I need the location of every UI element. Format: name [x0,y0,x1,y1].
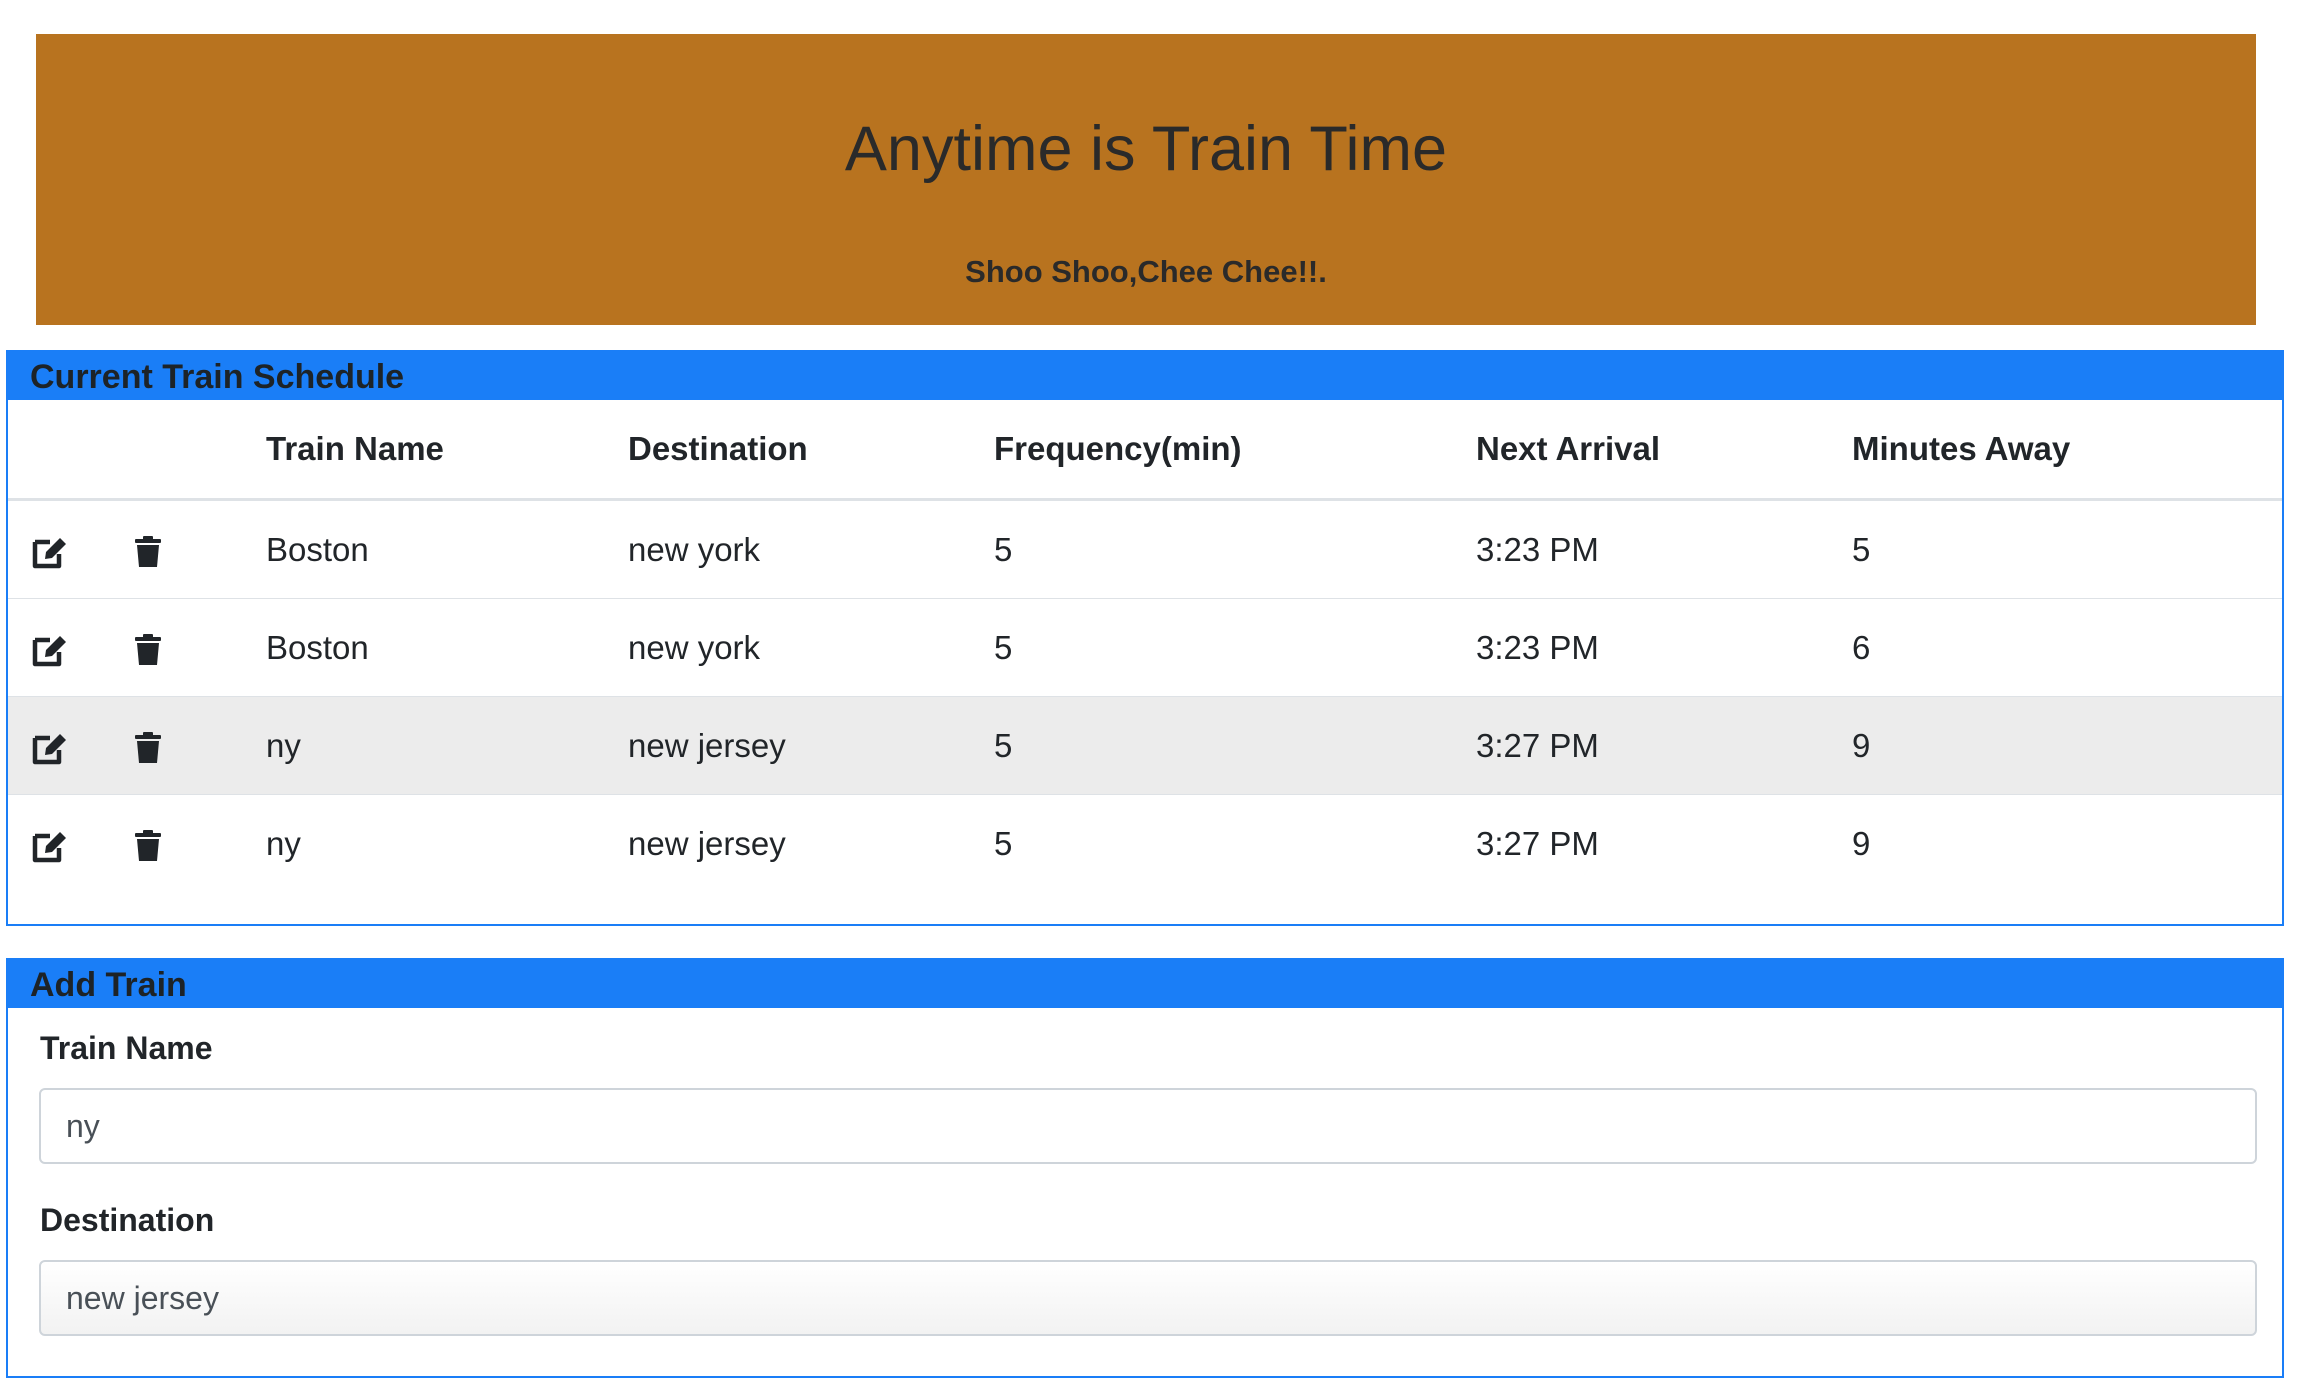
cell-minutes-away: 9 [1852,824,1871,862]
edit-icon[interactable] [32,731,68,765]
schedule-panel-heading: Current Train Schedule [8,352,2282,400]
column-header-train-name: Train Name [266,400,628,501]
cell-frequency: 5 [994,696,1476,795]
destination-label: Destination [40,1202,215,1238]
schedule-panel: Current Train Schedule Train Name Destin… [6,350,2284,926]
column-header-edit [8,400,135,501]
cell-train-name: Boston [266,598,628,697]
column-header-next-arrival: Next Arrival [1476,400,1852,501]
edit-icon[interactable] [32,829,68,863]
trash-icon[interactable] [135,633,161,666]
cell-next-arrival: 3:23 PM [1476,598,1852,697]
cell-frequency: 5 [994,499,1476,599]
cell-frequency: 5 [994,824,1013,862]
trash-icon[interactable] [135,731,161,764]
trash-icon[interactable] [135,535,161,568]
train-name-input[interactable] [39,1088,2257,1164]
cell-destination: new york [628,598,994,697]
cell-destination: new jersey [628,824,786,862]
schedule-table: Train Name Destination Frequency(min) Ne… [8,400,2282,892]
cell-minutes-away: 9 [1852,696,2282,795]
table-row: ny new jersey 5 3:27 PM 9 [8,696,2282,795]
edit-icon[interactable] [32,535,68,569]
table-row: Boston new york 5 3:23 PM 5 [8,499,2282,599]
cell-minutes-away: 5 [1852,499,2282,599]
cell-next-arrival: 3:27 PM [1476,824,1599,862]
cell-train-name: ny [266,696,628,795]
cell-destination: new jersey [628,696,994,795]
destination-input[interactable] [39,1260,2257,1336]
cell-next-arrival: 3:27 PM [1476,696,1852,795]
column-header-frequency: Frequency(min) [994,400,1476,501]
cell-train-name: Boston [266,499,628,599]
table-row: Boston new york 5 3:23 PM 6 [8,598,2282,697]
page-subtitle: Shoo Shoo,Chee Chee!!. [965,254,1327,289]
column-header-destination: Destination [628,400,994,501]
train-name-label: Train Name [40,1030,213,1066]
edit-icon[interactable] [32,633,68,667]
cell-train-name: ny [266,824,301,862]
cell-frequency: 5 [994,598,1476,697]
page-header: Anytime is Train Time Shoo Shoo,Chee Che… [36,34,2256,325]
add-train-panel-heading: Add Train [8,960,2282,1008]
table-row: ny new jersey 5 3:27 PM 9 [8,795,2282,893]
cell-next-arrival: 3:23 PM [1476,499,1852,599]
column-header-minutes-away: Minutes Away [1852,400,2282,501]
table-header-row: Train Name Destination Frequency(min) Ne… [8,400,2282,501]
cell-destination: new york [628,499,994,599]
cell-minutes-away: 6 [1852,598,2282,697]
add-train-panel: Add Train Train Name Destination [6,958,2284,1378]
column-header-delete [135,400,266,501]
page-title: Anytime is Train Time [844,114,1448,184]
trash-icon[interactable] [135,829,161,862]
